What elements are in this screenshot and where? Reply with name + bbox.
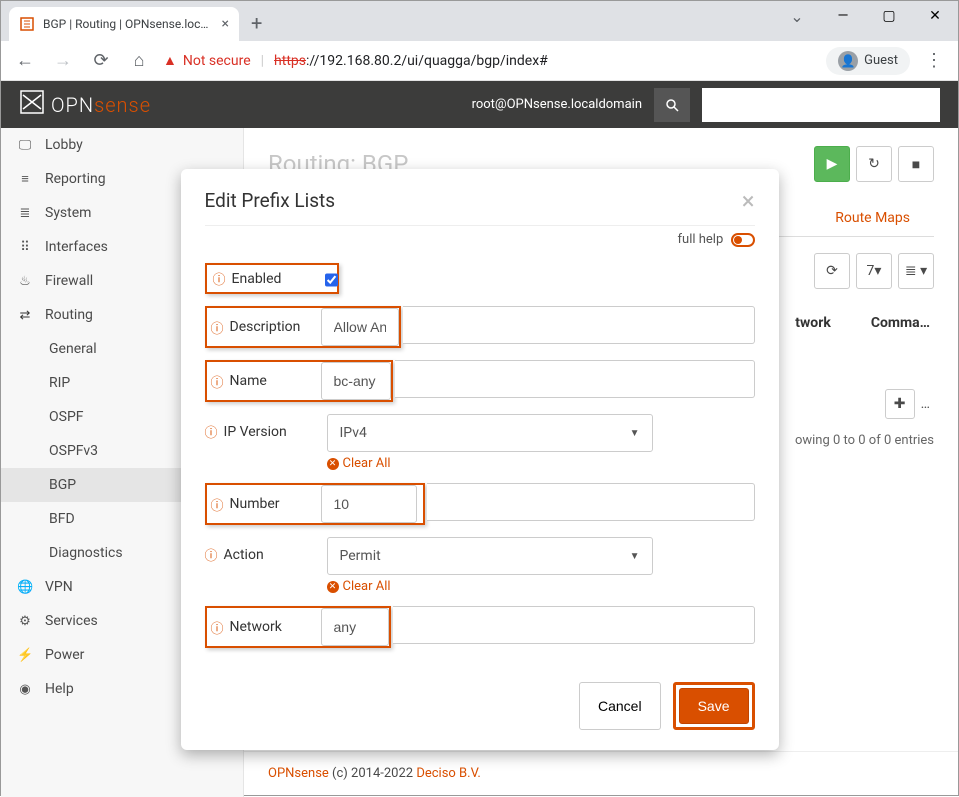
clear-icon: ✕ xyxy=(327,581,339,593)
info-icon: ⓘ xyxy=(205,545,218,564)
url-scheme: https xyxy=(274,53,306,69)
not-secure-indicator: ▲ Not secure xyxy=(163,52,251,69)
back-button[interactable]: ← xyxy=(11,50,39,71)
number-label: Number xyxy=(230,496,280,512)
action-select[interactable]: Permit ▼ xyxy=(327,537,653,575)
full-help-label: full help xyxy=(678,232,724,247)
number-input-ext[interactable] xyxy=(427,483,755,521)
maximize-button[interactable]: ▢ xyxy=(866,1,912,31)
info-icon: ⓘ xyxy=(211,495,224,514)
close-window-button[interactable]: ✕ xyxy=(912,1,958,31)
modal-close-button[interactable]: × xyxy=(742,189,755,213)
name-input[interactable] xyxy=(321,362,391,400)
network-input-ext[interactable] xyxy=(393,606,755,644)
warning-icon: ▲ xyxy=(163,52,177,69)
action-clear-button[interactable]: ✕ Clear All xyxy=(327,579,755,594)
tab-close-icon[interactable]: × xyxy=(222,16,229,32)
description-input-ext[interactable] xyxy=(403,306,755,344)
guest-badge[interactable]: 👤 Guest xyxy=(826,47,910,75)
window-controls: ⌄ — ▢ ✕ xyxy=(774,1,958,31)
modal-backdrop: Edit Prefix Lists × full help ⓘ Enabled … xyxy=(1,81,958,795)
description-label: Description xyxy=(230,319,301,335)
description-input[interactable] xyxy=(321,308,399,346)
cancel-button[interactable]: Cancel xyxy=(579,682,661,730)
network-input[interactable] xyxy=(321,608,389,646)
full-help-toggle[interactable] xyxy=(731,233,755,247)
clear-label: Clear All xyxy=(343,579,391,594)
caret-icon: ▼ xyxy=(630,428,640,439)
action-label: Action xyxy=(224,547,264,563)
name-input-ext[interactable] xyxy=(395,360,755,398)
enabled-checkbox[interactable] xyxy=(325,273,338,287)
url-text: https://192.168.80.2/ui/quagga/bgp/index… xyxy=(274,53,548,69)
info-icon: ⓘ xyxy=(213,269,226,288)
home-button[interactable]: ⌂ xyxy=(125,50,153,71)
name-label: Name xyxy=(230,373,267,389)
browser-tab[interactable]: BGP | Routing | OPNsense.locald × xyxy=(9,7,239,41)
info-icon: ⓘ xyxy=(211,618,224,637)
info-icon: ⓘ xyxy=(205,422,218,441)
guest-label: Guest xyxy=(864,53,898,68)
user-icon: 👤 xyxy=(838,51,858,71)
modal-edit-prefix-lists: Edit Prefix Lists × full help ⓘ Enabled … xyxy=(181,169,779,750)
reload-button[interactable]: ⟳ xyxy=(87,50,115,71)
chevron-down-icon[interactable]: ⌄ xyxy=(774,1,820,31)
new-tab-button[interactable]: + xyxy=(251,11,262,35)
tab-strip: BGP | Routing | OPNsense.locald × + ⌄ — … xyxy=(1,1,958,41)
save-button[interactable]: Save xyxy=(679,688,749,724)
favicon-icon xyxy=(19,16,35,32)
ipversion-select[interactable]: IPv4 ▼ xyxy=(327,414,653,452)
info-icon: ⓘ xyxy=(211,372,224,391)
forward-button: → xyxy=(49,50,77,71)
caret-icon: ▼ xyxy=(630,551,640,562)
info-icon: ⓘ xyxy=(211,318,224,337)
ipversion-clear-button[interactable]: ✕ Clear All xyxy=(327,456,755,471)
modal-title: Edit Prefix Lists xyxy=(205,189,336,213)
full-help-row: full help xyxy=(205,225,755,257)
ipversion-value: IPv4 xyxy=(340,425,367,441)
ipversion-label: IP Version xyxy=(224,424,287,440)
browser-chrome: BGP | Routing | OPNsense.locald × + ⌄ — … xyxy=(1,1,958,81)
minimize-button[interactable]: — xyxy=(820,1,866,31)
action-value: Permit xyxy=(340,548,381,564)
address-bar: ← → ⟳ ⌂ ▲ Not secure | https://192.168.8… xyxy=(1,41,958,81)
number-input[interactable] xyxy=(321,485,417,523)
url-path: ://192.168.80.2/ui/quagga/bgp/index# xyxy=(306,53,548,69)
not-secure-label: Not secure xyxy=(183,53,251,69)
url-bar[interactable]: ▲ Not secure | https://192.168.80.2/ui/q… xyxy=(163,52,816,69)
network-label: Network xyxy=(230,619,282,635)
clear-icon: ✕ xyxy=(327,458,339,470)
browser-menu-button[interactable]: ⋮ xyxy=(920,50,948,71)
clear-label: Clear All xyxy=(343,456,391,471)
tab-title: BGP | Routing | OPNsense.locald xyxy=(43,17,214,31)
enabled-label: Enabled xyxy=(232,271,282,287)
